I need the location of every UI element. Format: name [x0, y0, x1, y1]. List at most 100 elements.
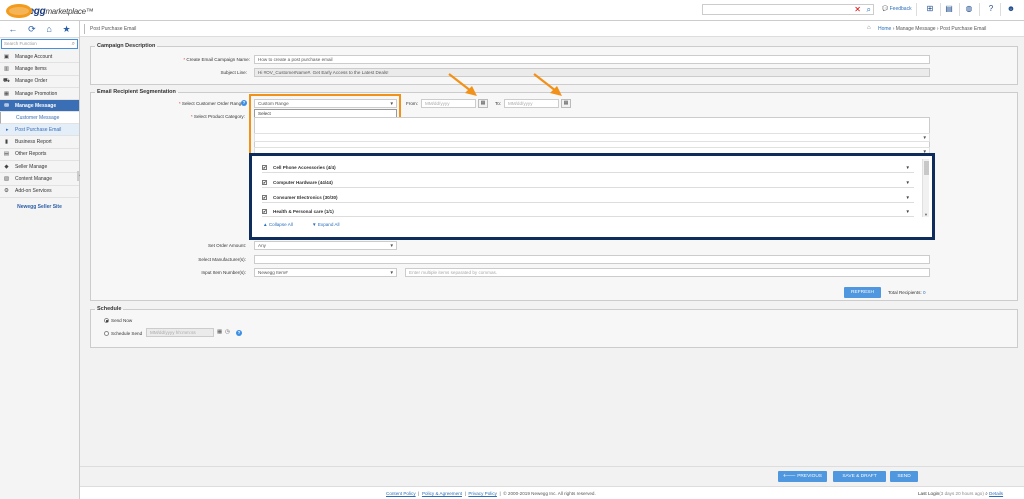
send-now-radio[interactable]	[104, 318, 109, 323]
sidebar-item-manage-order[interactable]: ⛟ Manage Order	[0, 76, 79, 88]
chevron-down-icon[interactable]: ▼	[906, 195, 910, 200]
campaign-name-label: * Create Email Campaign Name:	[183, 57, 250, 62]
item-number-type-select[interactable]: Newegg Item# ▼	[254, 268, 397, 277]
checkbox-checked-icon[interactable]: ✔	[262, 165, 267, 170]
logo-tm-text: ™	[85, 6, 94, 16]
subject-line-field[interactable]: Hi #OV_CustomerName#. Get Early Access t…	[254, 68, 930, 77]
item-number-type-value: Newegg Item#	[258, 270, 288, 275]
sidebar-item-label: Manage Account	[15, 53, 53, 60]
manufacturer-input[interactable]	[254, 255, 930, 264]
previous-button[interactable]: 🡐 PREVIOUS	[778, 471, 827, 482]
order-amount-select[interactable]: Any ▼	[254, 241, 397, 250]
order-amount-selected-value: Any	[258, 243, 266, 248]
content-policy-link[interactable]: Content Policy	[386, 491, 416, 496]
item-number-input[interactable]: Enter multiple items separated by commas…	[405, 268, 930, 277]
sidebar-item-seller-manage[interactable]: ◆ Seller Manage	[0, 161, 79, 174]
category-row-computer-hardware[interactable]: ✔ Computer Hardware (44/44) ▼	[262, 178, 914, 188]
category-row-health-personal-care[interactable]: ✔ Health & Personal care (1/1) ▼	[262, 207, 914, 217]
search-icon[interactable]: ⌕	[72, 40, 75, 48]
sitemap-icon[interactable]: ⊞	[925, 4, 935, 14]
clock-icon[interactable]: ◷	[225, 329, 230, 335]
scrollbar-thumb[interactable]	[924, 161, 929, 175]
checkbox-checked-icon[interactable]: ✔	[262, 209, 267, 214]
newegg-marketplace-logo[interactable]: neweggmarketplace™	[6, 3, 94, 19]
home-icon[interactable]: ⌂	[867, 25, 871, 31]
top-search-input[interactable]: ✕ ⌕	[702, 4, 874, 15]
from-date-input[interactable]: MM/dd/yyyy	[421, 99, 476, 108]
product-category-label-text: Select Product Category:	[193, 114, 245, 119]
sidebar-item-label: Add-on Services	[15, 188, 52, 195]
collapse-all-link[interactable]: ▲ Collapse All	[263, 222, 293, 227]
back-arrow-icon[interactable]: ←	[8, 24, 17, 34]
sidebar-item-add-on-services[interactable]: ⚙ Add-on Services	[0, 186, 79, 198]
category-label: Cell Phone Accessories (4/4)	[273, 165, 336, 170]
sidebar-item-manage-account[interactable]: ▣ Manage Account	[0, 51, 79, 64]
sidebar-toolbar: ← ⟳ ⌂ ★	[0, 21, 79, 38]
globe-icon[interactable]: ◍	[964, 4, 974, 14]
help-icon[interactable]: ?	[236, 330, 242, 336]
refresh-icon[interactable]: ⟳	[28, 24, 36, 35]
sidebar-item-content-manage[interactable]: ▧ Content Manage	[0, 173, 79, 186]
category-row-consumer-electronics[interactable]: ✔ Consumer Electronics (30/30) ▼	[262, 193, 914, 203]
order-range-label-text: Select Customer Order Range:	[181, 101, 245, 106]
help-icon[interactable]: ?	[986, 4, 996, 14]
refresh-button[interactable]: REFRESH	[844, 287, 881, 298]
campaign-name-input[interactable]: How to create a post purchase email	[254, 55, 930, 64]
calendar-icon[interactable]: ▦	[478, 99, 488, 108]
chevron-down-icon[interactable]: ▼	[906, 209, 910, 214]
total-recipients-label: Total Recipients:	[888, 290, 922, 295]
sidebar-item-manage-promotion[interactable]: ▦ Manage Promotion	[0, 88, 79, 101]
category-filter-row[interactable]: ▼	[254, 133, 930, 142]
category-row-cell-phone-accessories[interactable]: ✔ Cell Phone Accessories (4/4) ▼	[262, 163, 914, 173]
category-scrollbar[interactable]: ▼	[922, 159, 929, 217]
schedule-datetime-input[interactable]: MM/dd/yyyy hh:mm:ss	[146, 328, 214, 337]
save-draft-button[interactable]: SAVE & DRAFT	[833, 471, 886, 482]
feedback-link[interactable]: 💬 Feedback	[882, 6, 912, 12]
main-content: Campaign Description * Create Email Camp…	[80, 37, 1024, 499]
schedule-send-radio[interactable]	[104, 331, 109, 336]
sidebar-item-label: Manage Promotion	[15, 90, 58, 97]
checkbox-checked-icon[interactable]: ✔	[262, 195, 267, 200]
privacy-policy-link[interactable]: Privacy Policy	[468, 491, 497, 496]
newegg-seller-site-link[interactable]: Newegg Seller Site	[0, 204, 79, 210]
scroll-down-icon[interactable]: ▼	[924, 212, 928, 217]
action-bar: 🡐 PREVIOUS SAVE & DRAFT SEND	[80, 466, 1024, 486]
arrow-left-icon: 🡐	[782, 474, 796, 479]
home-icon[interactable]: ⌂	[46, 24, 51, 34]
sidebar-search-input[interactable]: Search Function ⌕	[1, 39, 78, 49]
sidebar-subitem-label: Post Purchase Email	[15, 126, 62, 133]
sidebar-item-label: Seller Manage	[15, 163, 48, 170]
campaign-description-title: Campaign Description	[97, 43, 156, 49]
breadcrumb: Home › Manage Message › Post Purchase Em…	[878, 26, 986, 32]
sidebar-item-business-report[interactable]: ▮ Business Report	[0, 136, 79, 149]
favorite-star-icon[interactable]: ★	[63, 24, 71, 35]
user-icon[interactable]: ☻	[1006, 4, 1016, 14]
segmentation-title: Email Recipient Segmentation	[97, 89, 176, 95]
checkbox-checked-icon[interactable]: ✔	[262, 180, 267, 185]
inbox-icon[interactable]: ▤	[944, 4, 954, 14]
sidebar-subitem-post-purchase-email[interactable]: Post Purchase Email	[0, 124, 79, 137]
top-divider	[979, 3, 980, 16]
breadcrumb-path: › Manage Message › Post Purchase Email	[891, 26, 987, 32]
search-icon[interactable]: ⌕	[867, 5, 871, 15]
send-button[interactable]: SEND	[890, 471, 918, 482]
gears-icon: ⚙	[4, 188, 9, 195]
breadcrumb-home-link[interactable]: Home	[878, 26, 891, 32]
sidebar-subitem-customer-message[interactable]: Customer Message	[0, 112, 79, 125]
clear-search-icon[interactable]: ✕	[854, 5, 861, 15]
sidebar: ← ⟳ ⌂ ★ Search Function ⌕ ▣ Manage Accoun…	[0, 21, 83, 499]
help-icon[interactable]: ?	[241, 100, 247, 106]
sidebar-item-manage-items[interactable]: ▥ Manage Items	[0, 63, 79, 76]
sidebar-item-other-reports[interactable]: ▤ Other Reports	[0, 149, 79, 162]
items-icon: ▥	[3, 65, 10, 72]
calendar-icon[interactable]: ▦	[561, 99, 571, 108]
calendar-icon[interactable]: ▦	[217, 329, 222, 335]
schedule-send-label: Schedule Send	[111, 331, 143, 336]
chevron-down-icon[interactable]: ▼	[906, 180, 910, 185]
details-link[interactable]: Details	[989, 491, 1003, 496]
expand-all-link[interactable]: ▼ Expand All	[312, 222, 340, 227]
to-date-input[interactable]: MM/dd/yyyy	[504, 99, 559, 108]
sidebar-item-manage-message[interactable]: ✉ Manage Message	[0, 100, 79, 113]
chevron-down-icon[interactable]: ▼	[906, 165, 910, 170]
policy-agreement-link[interactable]: Policy & Agreement	[422, 491, 462, 496]
